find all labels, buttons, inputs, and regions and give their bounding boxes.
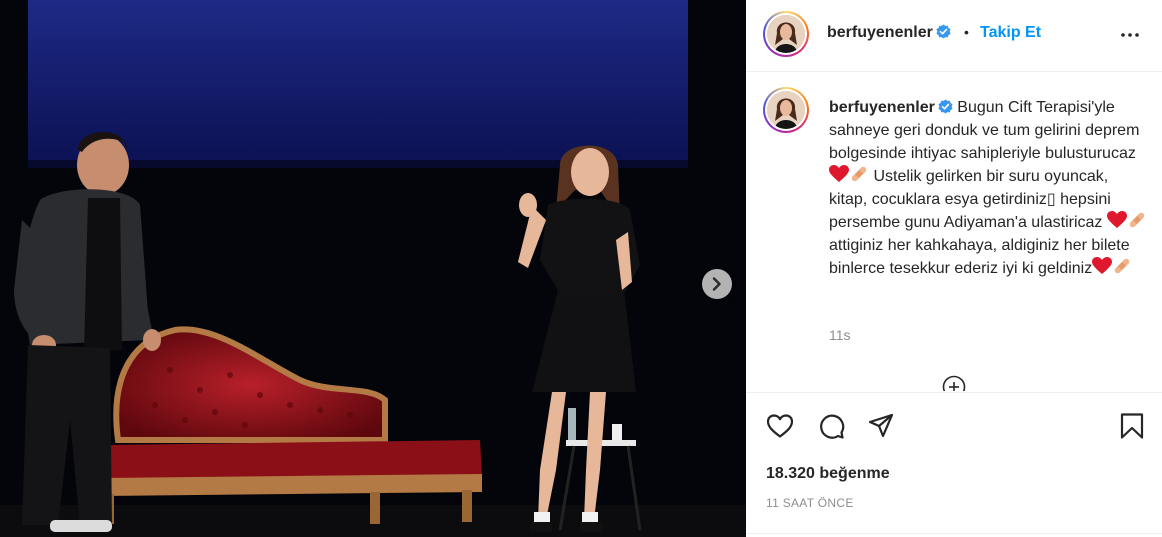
post-side-panel: berfuyenenler • Takip Et berfuyenenler B…	[746, 0, 1162, 537]
avatar[interactable]	[763, 11, 809, 57]
adhesive-bandage-emoji	[851, 166, 867, 182]
verified-badge-icon	[936, 24, 951, 39]
post-actions: 18.320 beğenme 11 SAAT ÖNCE	[746, 392, 1162, 537]
follow-button[interactable]: Takip Et	[980, 24, 1041, 42]
caption-username[interactable]: berfuyenenler	[829, 99, 935, 116]
caption-timestamp[interactable]: 11s	[829, 327, 851, 343]
send-icon[interactable]	[867, 412, 895, 440]
post-header: berfuyenenler • Takip Et	[746, 0, 1162, 72]
red-heart-emoji	[1106, 211, 1127, 228]
caption-body-2: Ustelik gelirken bir suru oyuncak, kitap…	[829, 168, 1111, 231]
username-text[interactable]: berfuyenenler	[827, 24, 933, 41]
caption-avatar[interactable]	[763, 87, 809, 133]
next-photo-button[interactable]	[702, 269, 732, 299]
chevron-right-icon	[712, 277, 721, 291]
caption-text: berfuyenenler Bugun Cift Terapisi'yle sa…	[829, 96, 1147, 280]
header-username[interactable]: berfuyenenler	[827, 24, 951, 42]
post-timestamp: 11 SAAT ÖNCE	[766, 496, 854, 510]
comment-icon[interactable]	[817, 412, 845, 440]
red-heart-emoji	[1092, 257, 1113, 274]
red-heart-emoji	[829, 165, 849, 182]
divider	[746, 533, 1162, 534]
more-horizontal-icon[interactable]	[1118, 23, 1142, 47]
verified-badge-icon	[938, 99, 953, 114]
load-more-comments-icon[interactable]	[942, 375, 966, 391]
adhesive-bandage-emoji	[1129, 212, 1145, 228]
bookmark-icon[interactable]	[1118, 412, 1146, 440]
caption-body-3: attiginiz her kahkahaya, aldiginiz her b…	[829, 237, 1130, 277]
post-photo	[0, 0, 746, 537]
like-count[interactable]: 18.320 beğenme	[766, 465, 890, 483]
post-media[interactable]	[0, 0, 746, 537]
header-separator: •	[964, 24, 969, 40]
caption-section: berfuyenenler Bugun Cift Terapisi'yle sa…	[746, 73, 1162, 391]
heart-icon[interactable]	[766, 412, 794, 440]
adhesive-bandage-emoji	[1114, 258, 1130, 274]
